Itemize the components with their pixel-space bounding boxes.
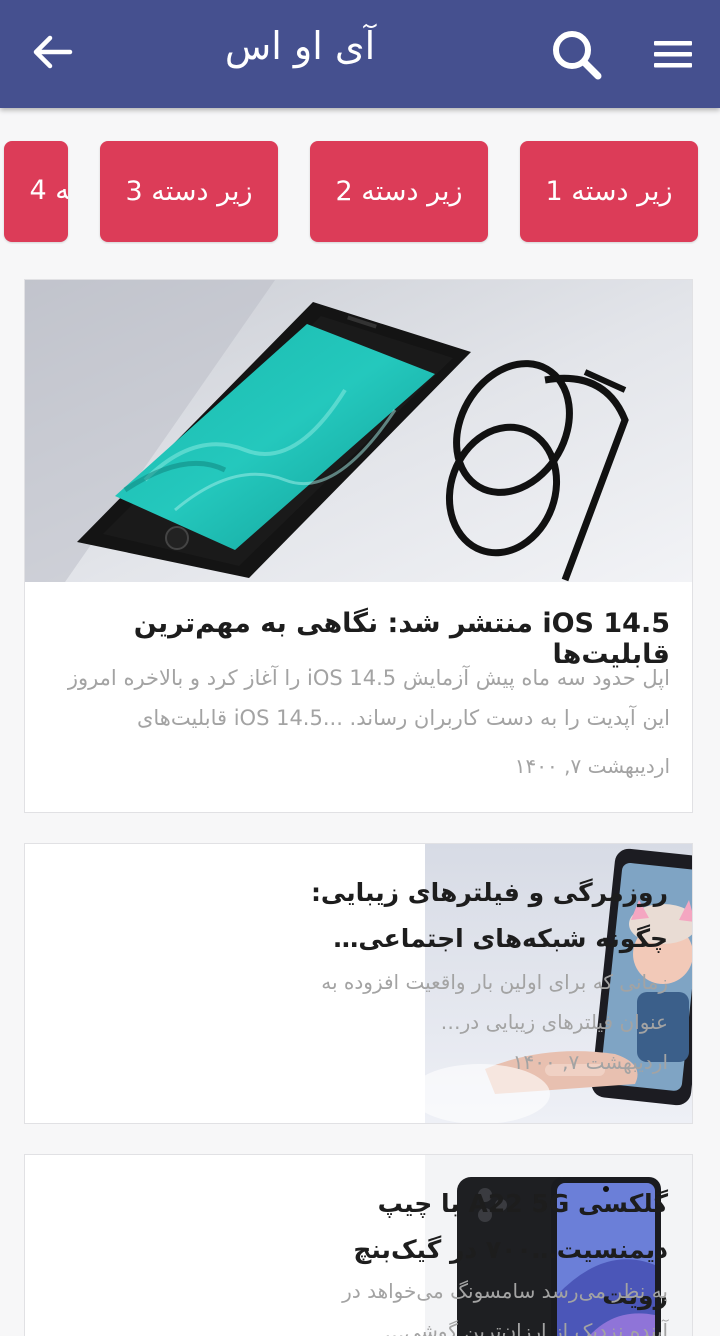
article-excerpt: به نظر می‌رسد سامسونگ می‌خواهد در آینده … (342, 1279, 668, 1336)
article-card[interactable]: روزمرگی و فیلترهای زیبایی: چگونه شبکه‌ها… (24, 843, 693, 1124)
search-icon[interactable] (548, 26, 604, 82)
arrow-back-icon[interactable] (30, 30, 74, 74)
chip-subcategory-2[interactable]: زیر دسته 2 (310, 141, 488, 242)
article-date: اردیبهشت ۷, ۱۴۰۰ (514, 754, 670, 778)
article-card[interactable]: گلکسی A22 5G با چیپ دیمنسیت…۷۰۰ در گیک‌ب… (24, 1154, 693, 1336)
hamburger-menu-icon[interactable] (652, 34, 696, 74)
chip-subcategory-1[interactable]: زیر دسته 1 (520, 141, 698, 242)
chip-subcategory-3[interactable]: زیر دسته 3 (100, 141, 278, 242)
article-title[interactable]: روزمرگی و فیلترهای زیبایی: چگونه شبکه‌ها… (308, 870, 668, 962)
app-bar: آی او اس (0, 0, 720, 108)
article-date: اردیبهشت ۷, ۱۴۰۰ (512, 1050, 668, 1074)
subcategory-chips: زیر دسته 1 زیر دسته 2 زیر دسته 3 زیر دست… (0, 140, 720, 244)
article-excerpt: زمانی که برای اولین بار واقعیت افزوده به… (321, 970, 668, 1034)
article-card-featured[interactable]: iOS 14.5 منتشر شد: نگاهی به مهم‌ترین قاب… (24, 279, 693, 813)
chip-subcategory-4[interactable]: زیر دسته 4 (4, 141, 68, 242)
article-excerpt: اپل حدود سه ماه پیش آزمایش iOS 14.5 را آ… (67, 666, 670, 730)
iphone-and-glasses-photo (25, 280, 692, 582)
page-title: آی او اس (224, 24, 376, 68)
